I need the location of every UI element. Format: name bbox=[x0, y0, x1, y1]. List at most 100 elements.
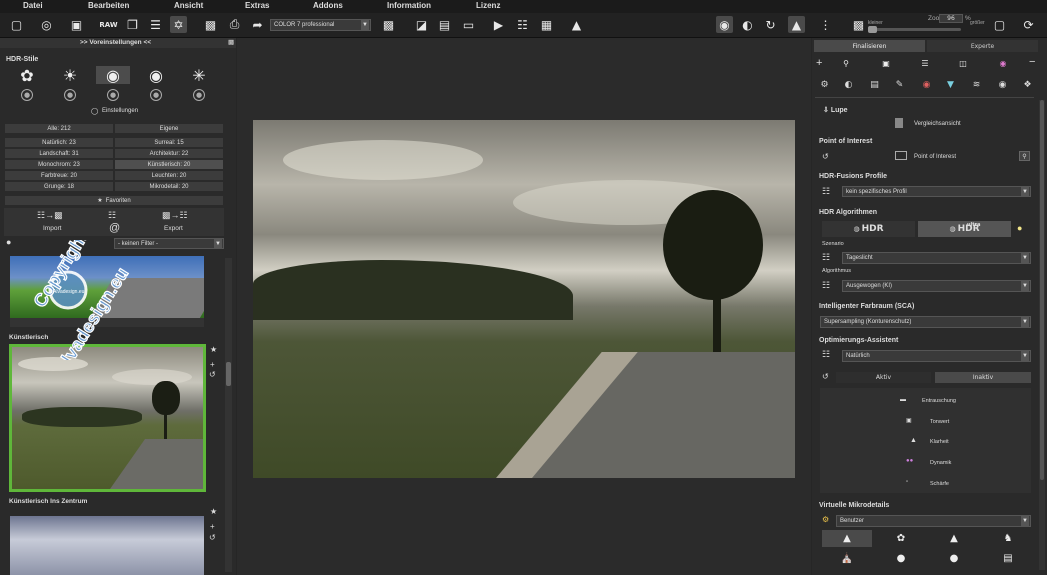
spectrum-icon[interactable]: ▼ bbox=[944, 79, 957, 90]
assistant-item[interactable]: Dynamik bbox=[930, 460, 951, 466]
zoom-slider[interactable] bbox=[868, 26, 961, 33]
category-button[interactable]: Farbtreue: 20 bbox=[4, 170, 114, 181]
favorite-star-icon[interactable]: ★ bbox=[210, 507, 217, 516]
scrollbar-thumb[interactable] bbox=[1040, 100, 1044, 480]
effects-icon[interactable]: ❖ bbox=[1021, 79, 1034, 90]
scrollbar-thumb[interactable] bbox=[226, 362, 231, 386]
fusion-profile-select[interactable]: kein spezifisches Profil ▼ bbox=[842, 186, 1031, 197]
category-button[interactable]: Mikrodetail: 20 bbox=[114, 181, 224, 192]
slideshow-icon[interactable]: ▭ bbox=[460, 16, 477, 33]
menu-addons[interactable]: Addons bbox=[313, 1, 343, 10]
zoom-slider-handle[interactable] bbox=[868, 26, 877, 33]
curve-icon[interactable]: ≋ bbox=[970, 79, 983, 90]
ultra-hdr-button[interactable]: ◍ ultra HDR bbox=[918, 221, 1011, 237]
layers-icon[interactable]: ☰ bbox=[919, 58, 931, 68]
add-icon[interactable]: + bbox=[816, 57, 822, 69]
sca-select[interactable]: Supersampling (Konturenschutz) ▼ bbox=[820, 316, 1031, 328]
preset-thumbnail[interactable] bbox=[10, 256, 204, 318]
menu-bearbeiten[interactable]: Bearbeiten bbox=[88, 1, 129, 10]
presets-scrollbar[interactable] bbox=[225, 258, 232, 572]
save-icon[interactable]: ▩ bbox=[202, 16, 219, 33]
document-icon[interactable]: ▤ bbox=[983, 550, 1033, 567]
export-label[interactable]: Export bbox=[164, 225, 183, 232]
batch-icon[interactable]: ▣ bbox=[68, 16, 85, 33]
assistant-item[interactable]: Klarheit bbox=[930, 439, 949, 445]
bulb-icon[interactable]: ● bbox=[1017, 223, 1022, 233]
settings-scrollbar[interactable] bbox=[1039, 100, 1045, 570]
add-icon[interactable]: + bbox=[210, 522, 215, 531]
play-icon[interactable]: ▶ bbox=[490, 16, 507, 33]
settings-label[interactable]: Einstellungen bbox=[102, 108, 138, 114]
category-button[interactable]: Monochrom: 23 bbox=[4, 159, 114, 170]
filter-select[interactable]: - keinen Filter - ▼ bbox=[114, 238, 224, 249]
category-button[interactable]: Leuchten: 20 bbox=[114, 170, 224, 181]
brush-icon[interactable]: ✎ bbox=[893, 79, 906, 90]
active-button[interactable]: Aktiv bbox=[836, 372, 931, 383]
horse-icon[interactable]: ♞ bbox=[983, 530, 1033, 547]
algorithm-select[interactable]: Ausgewogen (KI) ▼ bbox=[842, 280, 1031, 292]
assistant-item[interactable]: Tonwert bbox=[930, 419, 949, 425]
optimization-select[interactable]: Natürlich ▼ bbox=[842, 350, 1031, 362]
category-button[interactable]: Grunge: 18 bbox=[4, 181, 114, 192]
style-nature-icon[interactable]: ✿ bbox=[10, 66, 44, 85]
zoom-value-field[interactable]: 96 bbox=[939, 14, 963, 23]
crop-icon[interactable]: ▩ bbox=[380, 16, 397, 33]
favorite-star-icon[interactable]: ★ bbox=[210, 345, 217, 354]
share-grid-icon[interactable]: ☷ bbox=[108, 210, 116, 221]
compare-toggle[interactable] bbox=[895, 118, 903, 128]
category-button[interactable]: Architektur: 22 bbox=[114, 148, 224, 159]
mountain-icon[interactable]: ▲ bbox=[929, 530, 979, 547]
loupe-title[interactable]: ⇩ Lupe bbox=[823, 106, 848, 114]
style-camera-icon[interactable]: ◉ bbox=[96, 66, 130, 85]
contrast-icon[interactable]: ◐ bbox=[842, 79, 855, 90]
user-icon[interactable]: ● bbox=[21, 89, 33, 101]
color-profile-select[interactable]: COLOR 7 professional ▼ bbox=[270, 19, 371, 31]
compare-icon[interactable]: ◪ bbox=[413, 16, 430, 33]
favorites-button[interactable]: ★ Favoriten bbox=[4, 195, 224, 206]
style-light-icon[interactable]: ☀ bbox=[53, 66, 87, 85]
raw-icon[interactable]: RAW bbox=[99, 16, 117, 33]
landscape-icon[interactable]: ▲ bbox=[822, 530, 872, 547]
style-palette-icon[interactable]: ◉ bbox=[139, 66, 173, 85]
export-icon[interactable]: ▩→☷ bbox=[162, 210, 188, 221]
filter-all-button[interactable]: Alle: 212 bbox=[4, 123, 114, 134]
color-wheel-icon[interactable]: ◉ bbox=[997, 58, 1009, 68]
settings-radio-icon[interactable]: ◯ bbox=[91, 107, 98, 115]
layout-icon[interactable]: ☷ bbox=[514, 16, 531, 33]
user-icon[interactable]: ● bbox=[64, 89, 76, 101]
reset-icon[interactable]: ↺ bbox=[822, 372, 829, 381]
share-icon[interactable]: ➦ bbox=[249, 16, 266, 33]
category-button[interactable]: Surreal: 15 bbox=[114, 137, 224, 148]
add-icon[interactable]: + bbox=[210, 360, 215, 369]
mirror-icon[interactable]: ▲ bbox=[788, 16, 805, 33]
noise-icon[interactable]: ▤ bbox=[868, 79, 881, 90]
preset-thumbnail-selected[interactable] bbox=[9, 344, 206, 492]
pin-icon[interactable]: ▩ bbox=[228, 38, 234, 46]
gallery-icon[interactable]: ❐ bbox=[124, 16, 141, 33]
color-icon[interactable]: ◉ bbox=[920, 79, 933, 90]
print-icon[interactable]: ⎙ bbox=[226, 16, 243, 33]
macro-icon[interactable]: ● bbox=[876, 550, 926, 567]
poi-icon[interactable] bbox=[895, 151, 907, 160]
image-icon[interactable]: ▦ bbox=[538, 16, 555, 33]
architecture-icon[interactable]: ⛪ bbox=[822, 550, 872, 567]
eye-icon[interactable]: ◉ bbox=[716, 16, 733, 33]
import-label[interactable]: Import bbox=[43, 225, 61, 232]
import-icon[interactable]: ☷→▩ bbox=[37, 210, 63, 221]
film-icon[interactable]: ▤ bbox=[436, 16, 453, 33]
category-button-selected[interactable]: Künstlerisch: 20 bbox=[114, 159, 224, 170]
poi-settings-button[interactable]: ⚲ bbox=[1019, 151, 1030, 161]
mask-icon[interactable]: ◉ bbox=[996, 79, 1009, 90]
preset-thumbnail[interactable] bbox=[10, 516, 204, 575]
category-button[interactable]: Natürlich: 23 bbox=[4, 137, 114, 148]
micro-details-select[interactable]: Benutzer ▼ bbox=[836, 515, 1031, 527]
refresh-icon[interactable]: ↺ bbox=[209, 533, 216, 542]
histogram-icon[interactable]: ▲ bbox=[568, 16, 585, 33]
adjust-sliders-icon[interactable]: ☰ bbox=[147, 16, 164, 33]
more-icon[interactable]: ⋮ bbox=[817, 16, 834, 33]
main-photo[interactable] bbox=[253, 120, 795, 478]
scenario-select[interactable]: Tageslicht ▼ bbox=[842, 252, 1031, 264]
inactive-button[interactable]: Inaktiv bbox=[935, 372, 1031, 383]
assistant-item[interactable]: Schärfe bbox=[930, 481, 949, 487]
search-icon[interactable]: ⚲ bbox=[840, 58, 852, 68]
